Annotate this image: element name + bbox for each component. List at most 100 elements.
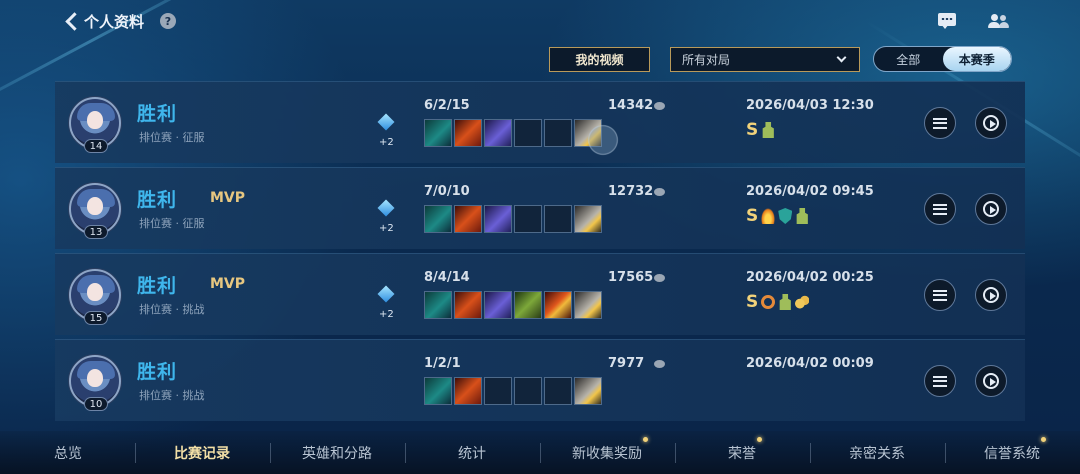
- equipment-slot: [514, 205, 542, 233]
- match-mode: 排位赛 · 征服: [139, 131, 205, 144]
- tab-1[interactable]: 比赛记录: [132, 431, 272, 474]
- match-row[interactable]: 14 胜利 排位赛 · 征服 +2 6/2/15 14342 2026/04/0…: [55, 81, 1025, 163]
- equipment-slot: [454, 377, 482, 405]
- season-option-current[interactable]: 本赛季: [942, 47, 1011, 71]
- equipment-slot: [424, 291, 452, 319]
- economy-score: 14342: [608, 98, 654, 113]
- equipment-slot: [424, 119, 452, 147]
- tab-label: 荣誉: [728, 445, 756, 462]
- equipment-slot: [454, 205, 482, 233]
- tab-4[interactable]: 新收集奖励: [547, 431, 667, 474]
- match-detail-button[interactable]: [924, 107, 956, 139]
- equipment-slot: [514, 119, 542, 147]
- tab-3[interactable]: 统计: [412, 431, 532, 474]
- kda: 1/2/1: [424, 356, 461, 371]
- page-title: 个人资料: [84, 12, 145, 31]
- achievement-badge-icon: [761, 295, 776, 309]
- match-datetime: 2026/04/03 12:30: [746, 98, 874, 113]
- rating-grade: S: [746, 206, 759, 226]
- chevron-left-icon: [64, 10, 78, 32]
- hero-level-badge: 15: [84, 311, 108, 325]
- coin-icon: [654, 102, 665, 110]
- bottom-tab-bar: 总览 比赛记录 英雄和分路 统计 新收集奖励 荣誉 亲密关系 信誉系统: [0, 431, 1080, 474]
- match-row[interactable]: 10 胜利 排位赛 · 挑战 1/2/1 7977 2026/04/02 00:…: [55, 339, 1025, 421]
- achievement-badge-icon: [779, 294, 791, 310]
- equipment-list: [424, 377, 602, 405]
- match-mode: 排位赛 · 征服: [139, 217, 205, 230]
- equipment-slot: [574, 377, 602, 405]
- equipment-slot: [454, 291, 482, 319]
- friends-icon[interactable]: [988, 12, 1010, 30]
- tab-divider: [539, 443, 541, 463]
- rank-star-change: +2: [379, 223, 394, 234]
- kda: 7/0/10: [424, 184, 470, 199]
- match-detail-button[interactable]: [924, 365, 956, 397]
- tab-0[interactable]: 总览: [8, 431, 128, 474]
- tab-divider: [135, 443, 136, 463]
- economy-score: 7977: [608, 356, 645, 371]
- replay-icon: [983, 115, 999, 131]
- equipment-slot: [544, 291, 572, 319]
- tab-label: 统计: [458, 445, 486, 462]
- equipment-slot: [574, 205, 602, 233]
- equipment-slot: [484, 377, 512, 405]
- list-icon: [933, 375, 947, 387]
- season-option-all[interactable]: 全部: [874, 47, 943, 71]
- kda: 8/4/14: [424, 270, 470, 285]
- match-row[interactable]: 15 胜利 MVP 排位赛 · 挑战 +2 8/4/14 17565 2026/…: [55, 253, 1025, 335]
- equipment-list: [424, 119, 602, 147]
- match-detail-button[interactable]: [924, 279, 956, 311]
- tab-label: 新收集奖励: [572, 445, 642, 462]
- rating-grade: S: [746, 292, 759, 312]
- rank-star-change: +2: [379, 137, 394, 148]
- achievement-badge-icon: [778, 208, 793, 224]
- back-button[interactable]: 个人资料: [64, 10, 144, 32]
- equipment-slot: [544, 205, 572, 233]
- kda: 6/2/15: [424, 98, 470, 113]
- match-filter-dropdown[interactable]: 所有对局: [670, 47, 860, 72]
- match-row[interactable]: 13 胜利 MVP 排位赛 · 征服 +2 7/0/10 12732 2026/…: [55, 167, 1025, 249]
- coin-icon: [654, 188, 665, 196]
- profile-screen: 个人资料 ? 我的视频 所有对局 全部 本赛季 14 胜利 排位赛 · 征服 +…: [0, 0, 1080, 474]
- replay-icon: [983, 201, 999, 217]
- diamond-icon: [377, 199, 395, 220]
- equipment-slot: [454, 119, 482, 147]
- achievement-badge-icon: [796, 208, 808, 224]
- tab-5[interactable]: 荣誉: [682, 431, 802, 474]
- tab-7[interactable]: 信誉系统: [952, 431, 1072, 474]
- tab-6[interactable]: 亲密关系: [817, 431, 937, 474]
- equipment-slot: [424, 377, 452, 405]
- replay-button[interactable]: [975, 107, 1007, 139]
- equipment-slot: [544, 377, 572, 405]
- match-detail-button[interactable]: [924, 193, 956, 225]
- match-result: 胜利: [137, 103, 178, 125]
- equipment-slot: [484, 291, 512, 319]
- replay-button[interactable]: [975, 279, 1007, 311]
- season-toggle[interactable]: 全部 本赛季: [873, 46, 1012, 72]
- diamond-icon: [377, 113, 395, 134]
- help-icon[interactable]: ?: [160, 13, 176, 29]
- tab-label: 比赛记录: [174, 445, 230, 462]
- match-mode: 排位赛 · 挑战: [139, 303, 205, 316]
- diamond-icon: [377, 285, 395, 306]
- hero-level-badge: 13: [84, 225, 108, 239]
- my-videos-button[interactable]: 我的视频: [549, 47, 650, 72]
- chat-icon[interactable]: [937, 12, 959, 30]
- coin-icon: [654, 274, 665, 282]
- rating-grade: S: [746, 120, 759, 140]
- equipment-slot: [424, 205, 452, 233]
- list-icon: [933, 203, 947, 215]
- replay-button[interactable]: [975, 193, 1007, 225]
- list-icon: [933, 117, 947, 129]
- coin-icon: [654, 360, 665, 368]
- replay-icon: [983, 287, 999, 303]
- tab-divider: [269, 443, 271, 463]
- new-indicator-dot: [1041, 437, 1046, 442]
- tab-2[interactable]: 英雄和分路: [277, 431, 397, 474]
- chevron-down-icon: [836, 52, 847, 63]
- match-result: 胜利: [137, 361, 178, 383]
- replay-button[interactable]: [975, 365, 1007, 397]
- mvp-label: MVP: [210, 276, 246, 292]
- achievement-badge-icon: [762, 122, 774, 138]
- match-mode: 排位赛 · 挑战: [139, 389, 205, 402]
